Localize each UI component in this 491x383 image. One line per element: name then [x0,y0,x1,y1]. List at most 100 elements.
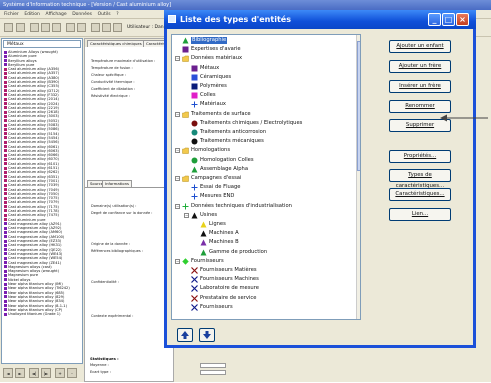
minimize-icon[interactable]: _ [428,13,441,26]
tab-informations[interactable]: Informations [102,180,132,187]
tree-node-label: Machines A [209,230,239,237]
tree-node-label: Expertises d'avarie [191,46,241,53]
stats-stddev-field[interactable] [200,370,226,375]
move-up-button[interactable] [177,328,193,342]
binoculars-icon[interactable] [102,23,111,32]
move-down-button[interactable] [199,328,215,342]
tree-collapse-icon[interactable]: − [175,258,180,264]
entity-color-icon [4,252,7,256]
entity-color-icon [4,89,7,93]
entity-color-icon [4,170,7,174]
nav-next-button[interactable]: ◄| [29,368,39,378]
entity-color-icon [4,205,7,209]
nav-first-button[interactable]: ◄ [3,368,13,378]
triangle-purple-icon [200,239,207,246]
save-icon[interactable] [4,23,13,32]
scrollbar-thumb[interactable] [357,41,360,171]
entity-color-icon [4,67,7,71]
tab-chemical[interactable]: Caractéristiques chimiques [87,40,145,47]
properties-button[interactable]: Propriétés... [389,150,451,163]
tree-node-label: Homologation Colles [200,156,254,163]
tree-collapse-icon[interactable]: − [175,111,180,117]
menu-tools[interactable]: Outils [98,12,111,17]
back-arrow-icon[interactable] [66,23,75,32]
entity-color-icon [4,196,7,200]
forward-arrow-icon[interactable] [77,23,86,32]
link-icon[interactable] [91,23,100,32]
entity-color-icon [4,278,7,282]
field-label: Chaleur spécifique : [91,73,126,77]
entity-color-icon [4,282,7,286]
folder-icon [182,55,189,63]
left-navigation-bar: ◄ ► ◄| |► + - [1,366,83,380]
x-dark-red-icon [191,294,198,302]
cross-green-icon [182,203,189,210]
tree-collapse-icon[interactable]: − [175,176,180,181]
entity-color-icon [4,265,7,269]
nav-remove-button[interactable]: - [67,368,77,378]
folder-icon [182,147,189,155]
tree-collapse-icon[interactable]: − [175,148,180,154]
tree-node-label: Polymères [200,83,227,89]
entity-color-icon [4,59,7,63]
maximize-icon[interactable]: □ [442,13,455,26]
folder-icon [182,111,189,118]
entity-color-icon [4,102,7,106]
entity-color-icon [4,119,7,123]
print-icon[interactable] [16,23,25,32]
tree-collapse-icon[interactable]: − [175,56,180,62]
dialog-title: Liste des types d'entités [180,15,291,24]
menu-help[interactable]: ? [116,12,118,17]
tree-node-label: Traitements anticorrosion [200,129,267,135]
tree-node-label: Matériaux [200,101,226,108]
field-label: Contexte expérimental : [91,314,134,318]
close-icon[interactable]: × [456,13,469,26]
nav-last-button[interactable]: |► [41,368,51,378]
tree-scrollbar[interactable] [356,35,360,319]
characteristics-button[interactable]: Caractéristiques... [389,188,451,201]
menu-edit[interactable]: Edition [24,12,40,17]
entity-type-select[interactable]: Métaux [3,40,81,48]
characteristic-types-button[interactable]: Types de caractéristiques... [389,169,451,189]
tree-node-label: Céramiques [200,73,232,80]
grid-icon[interactable] [41,23,50,32]
stats-mean-field[interactable] [200,363,226,368]
list-item[interactable]: Unalloyed titanium (Grade 1) [3,312,81,316]
link-button[interactable]: Lien... [389,208,451,221]
stats-title: Statistiques : [90,356,119,361]
entity-color-icon [4,127,7,131]
nav-add-button[interactable]: + [55,368,65,378]
tree-node-label: Fournisseurs Matières [200,267,257,273]
tree-collapse-icon[interactable]: − [184,212,189,218]
entity-type-tree[interactable]: Bibliographie Expertises d'avarie − Données… [171,34,361,320]
menu-data[interactable]: Données [72,12,92,17]
tree-collapse-icon[interactable]: − [175,203,180,209]
entity-list: Aluminium Alloys (wrought) Aluminium pure… [3,50,81,316]
help-icon[interactable] [113,23,122,32]
grid-icon[interactable] [52,23,61,32]
tree-node-label: Machines B [209,239,239,246]
tree-node-label: Traitements de surface [191,110,251,117]
insert-sibling-button[interactable]: Insérer un frère [389,80,451,93]
tree-node-label: Laboratoire de mesure [200,285,259,292]
entity-color-icon [4,110,7,114]
entity-color-icon [4,239,7,243]
tree-node-label: Données techniques d'industrialisation [191,202,292,209]
tree-node-label: Lignes [209,221,226,227]
entity-color-icon [4,175,7,179]
entity-color-icon [4,192,7,196]
menu-view[interactable]: Affichage [45,12,66,17]
tree-node-label: Traitements chimiques / Electrolytiques [200,119,303,126]
nav-prev-button[interactable]: ► [15,368,25,378]
entity-color-icon [4,157,7,161]
add-child-button[interactable]: Ajouter un enfant [389,40,451,53]
add-sibling-button[interactable]: Ajouter un frère [389,60,451,73]
tree-node-label: Campagnes d'essai [191,175,242,181]
grid-icon[interactable] [30,23,39,32]
menu-file[interactable]: Fichier [4,12,19,17]
entity-color-icon [4,84,7,88]
field-label: Origine de la donnée : [91,242,130,246]
purple-square-icon [191,65,198,72]
entity-color-icon [4,291,7,295]
window-icon [168,15,176,23]
